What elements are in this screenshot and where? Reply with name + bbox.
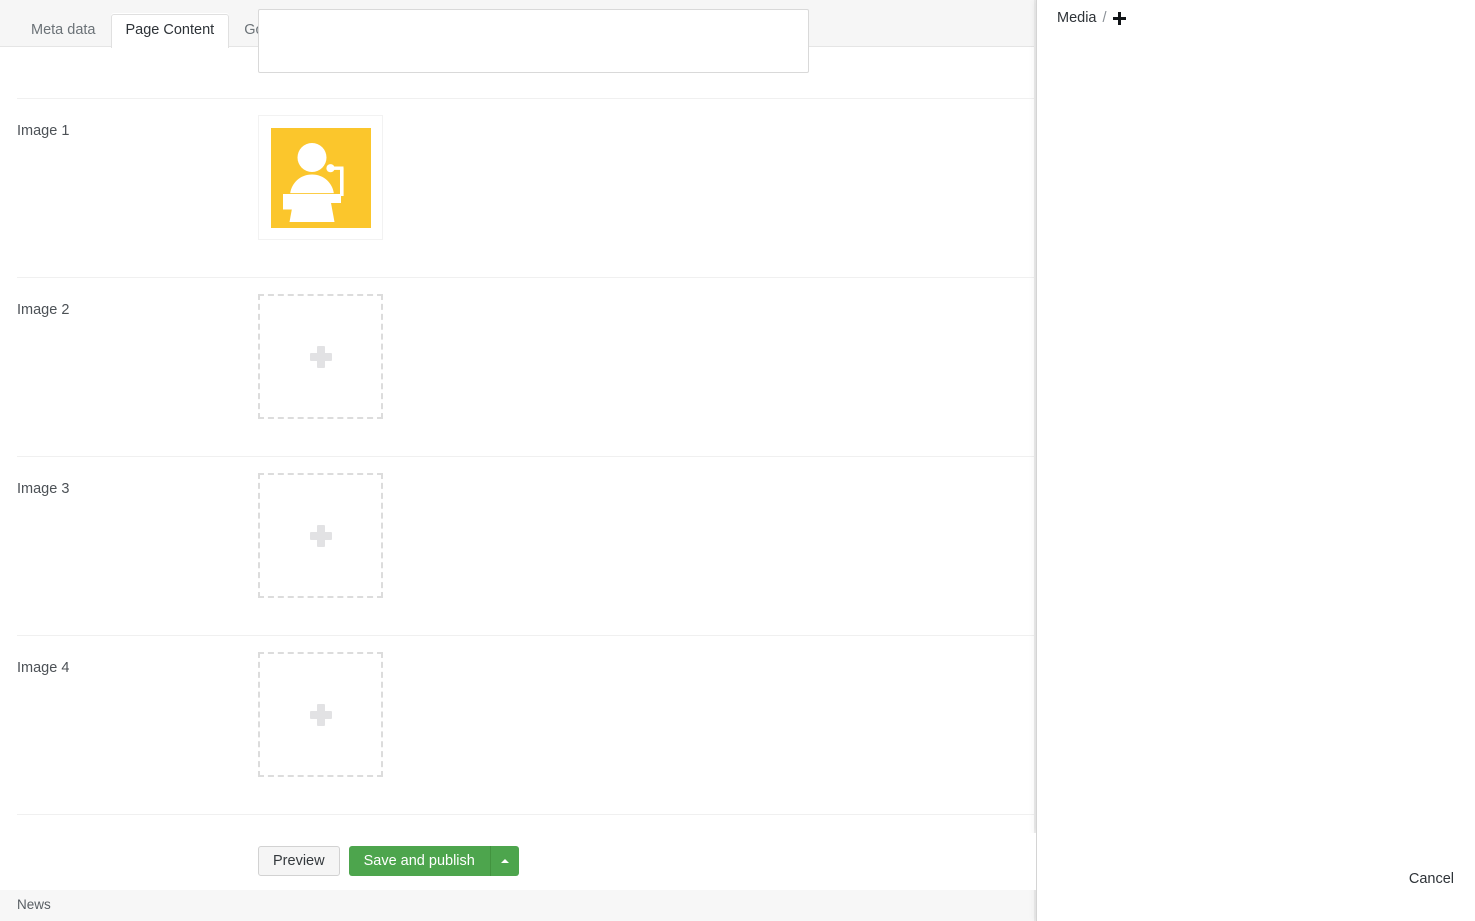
tab-meta-data[interactable]: Meta data (16, 14, 111, 48)
property-row-image-4: Image 4 (0, 635, 1036, 814)
editor-status-bar: News (0, 886, 1036, 921)
editor-action-buttons: Preview Save and publish (258, 846, 519, 876)
breadcrumb-root-label[interactable]: Media (1057, 8, 1097, 28)
plus-icon (309, 524, 332, 547)
save-and-publish-button[interactable]: Save and publish (348, 846, 490, 876)
content-editor-pane: Meta data Page Content Google Analytics … (0, 0, 1036, 921)
clipped-property-row (0, 9, 1036, 98)
property-row-image-3: Image 3 (0, 456, 1036, 635)
media-placeholder-image-4[interactable] (258, 652, 383, 777)
editor-action-bar: Preview Save and publish (0, 833, 1036, 890)
media-placeholder-image-2[interactable] (258, 294, 383, 419)
media-picker-breadcrumb: Media / (1057, 8, 1126, 28)
media-thumbnail-image-1[interactable] (258, 115, 383, 240)
clipped-text-field[interactable] (258, 9, 809, 73)
caret-up-icon[interactable] (489, 846, 519, 876)
property-value-image-4 (258, 652, 383, 777)
tab-page-content[interactable]: Page Content (110, 14, 230, 48)
property-value-image-3 (258, 473, 383, 598)
row-divider-inset (0, 635, 17, 636)
row-divider-inset (0, 98, 17, 99)
row-divider-inset (0, 814, 17, 815)
breadcrumb-separator: / (1102, 10, 1107, 26)
media-picker-pane: Media / Cancel (1036, 0, 1475, 921)
property-row-image-2: Image 2 (0, 277, 1036, 456)
property-value-image-2 (258, 294, 383, 419)
row-divider-inset (0, 277, 17, 278)
tab-label: Page Content (125, 22, 215, 38)
speaker-podium-icon (270, 127, 371, 228)
property-row-image-1: Image 1 (0, 98, 1036, 277)
preview-button[interactable]: Preview (258, 846, 340, 876)
media-picker-footer: Cancel (1036, 856, 1475, 921)
row-divider-inset (0, 456, 17, 457)
status-bar-label: News (17, 897, 51, 912)
property-value-image-1 (258, 115, 383, 240)
property-label-image-1: Image 1 (17, 123, 70, 139)
cancel-button[interactable]: Cancel (1409, 870, 1454, 889)
property-label-image-4: Image 4 (17, 660, 70, 676)
property-label-image-2: Image 2 (17, 302, 70, 318)
editor-scroll-body: Image 1 Image 2 Image 3 Image 4 Preview … (0, 9, 1036, 921)
plus-icon[interactable] (1112, 11, 1126, 25)
app-root: Meta data Page Content Google Analytics … (0, 0, 1475, 921)
property-label-image-3: Image 3 (17, 481, 70, 497)
plus-icon (309, 703, 332, 726)
plus-icon (309, 345, 332, 368)
media-placeholder-image-3[interactable] (258, 473, 383, 598)
save-and-publish-group: Save and publish (348, 846, 519, 876)
tab-label: Meta data (31, 22, 96, 38)
